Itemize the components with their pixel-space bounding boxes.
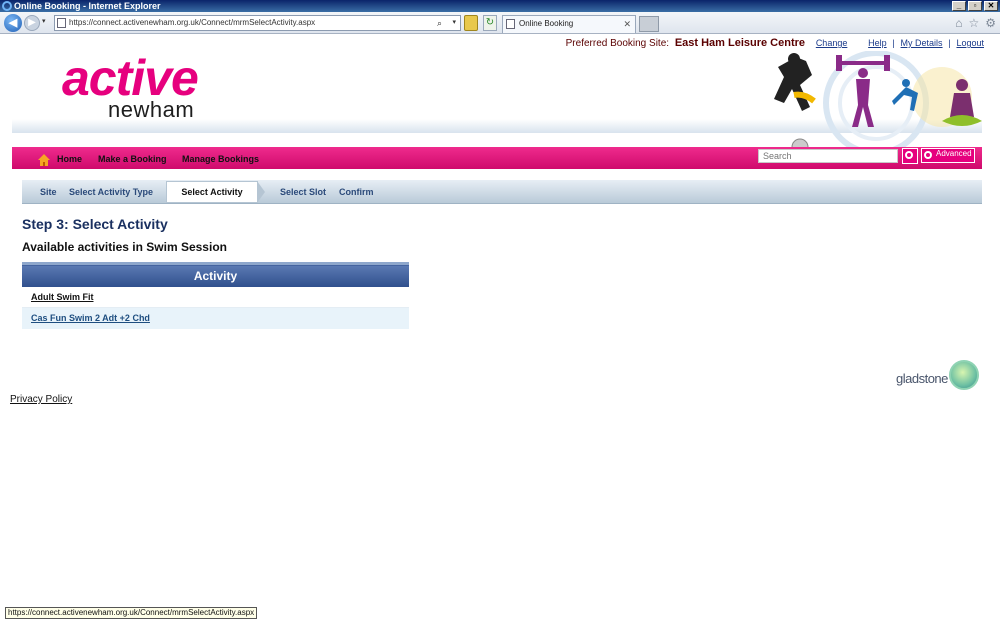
search-icon[interactable]: ⌕: [437, 16, 442, 30]
account-bar: Preferred Booking Site: East Ham Leisure…: [566, 37, 984, 49]
help-link[interactable]: Help: [868, 38, 887, 48]
activity-column-header: Activity: [22, 262, 409, 287]
status-bar: https://connect.activenewham.org.uk/Conn…: [5, 607, 258, 619]
browser-toolbar: ◀ ▶ ▾ https://connect.activenewham.org.u…: [0, 12, 1000, 34]
lock-icon[interactable]: [464, 15, 478, 31]
section-subtitle: Available activities in Swim Session: [22, 240, 227, 254]
nav-make-booking[interactable]: Make a Booking: [98, 147, 167, 171]
hero-athletes-image: [774, 51, 982, 156]
home-icon[interactable]: [38, 154, 50, 166]
search-input[interactable]: [758, 149, 898, 163]
home-icon[interactable]: ⌂: [955, 16, 962, 30]
activity-cell: Cas Fun Swim 2 Adt +2 Chd: [22, 307, 409, 329]
tab-close-icon[interactable]: ✕: [623, 16, 631, 32]
activity-table: Activity Adult Swim Fit Cas Fun Swim 2 A…: [22, 262, 409, 329]
gladstone-logo[interactable]: gladstone: [895, 360, 983, 394]
logo-newham[interactable]: newham: [108, 97, 194, 123]
close-button[interactable]: ✕: [984, 1, 998, 11]
address-dropdown-icon[interactable]: ▾: [452, 16, 456, 30]
back-button[interactable]: ◀: [4, 14, 22, 32]
step-confirm[interactable]: Confirm: [339, 180, 374, 204]
booking-steps: Site Select Activity Type Select Activit…: [22, 180, 982, 204]
step-select-slot[interactable]: Select Slot: [280, 180, 326, 204]
logout-link[interactable]: Logout: [956, 38, 984, 48]
separator: |: [892, 38, 895, 48]
change-site-link[interactable]: Change: [816, 38, 848, 48]
step-site[interactable]: Site: [40, 180, 57, 204]
my-details-link[interactable]: My Details: [901, 38, 943, 48]
page-content: Preferred Booking Site: East Ham Leisure…: [0, 35, 1000, 605]
window-titlebar: Online Booking - Internet Explorer _ ▫ ✕: [0, 0, 1000, 12]
activity-link-cas-fun-swim[interactable]: Cas Fun Swim 2 Adt +2 Chd: [31, 313, 150, 323]
browser-actions: ⌂ ☆ ⚙: [955, 16, 996, 30]
ie-logo-icon: [2, 1, 12, 11]
advanced-search-icon: [924, 151, 932, 159]
favorites-icon[interactable]: ☆: [968, 16, 979, 30]
gladstone-wordmark: gladstone: [896, 371, 948, 386]
page-icon: [57, 18, 66, 28]
privacy-policy-link[interactable]: Privacy Policy: [10, 394, 72, 405]
address-bar[interactable]: https://connect.activenewham.org.uk/Conn…: [54, 15, 461, 31]
history-dropdown-icon[interactable]: ▾: [42, 18, 50, 26]
table-row: Adult Swim Fit: [22, 286, 409, 308]
minimize-button[interactable]: _: [952, 1, 966, 11]
gear-icon[interactable]: ⚙: [985, 16, 996, 30]
step-select-activity-type[interactable]: Select Activity Type: [69, 180, 153, 204]
forward-button[interactable]: ▶: [24, 15, 40, 31]
nav-home[interactable]: Home: [57, 147, 82, 171]
step-select-activity[interactable]: Select Activity: [166, 181, 265, 203]
nav-manage-bookings[interactable]: Manage Bookings: [182, 147, 259, 171]
advanced-search-button[interactable]: Advanced: [921, 148, 975, 163]
tab-page-icon: [506, 19, 515, 29]
restore-button[interactable]: ▫: [968, 1, 982, 11]
address-url: https://connect.activenewham.org.uk/Conn…: [69, 18, 316, 27]
refresh-icon[interactable]: ↻: [483, 15, 497, 31]
advanced-label: Advanced: [936, 149, 972, 158]
activity-cell: Adult Swim Fit: [22, 286, 409, 308]
search-button[interactable]: [902, 148, 918, 164]
search-icon: [905, 151, 913, 159]
gladstone-globe-icon: [949, 360, 979, 390]
site-search: Advanced: [744, 147, 982, 171]
window-controls: _ ▫ ✕: [952, 1, 998, 11]
tab-online-booking[interactable]: Online Booking ✕: [502, 15, 636, 33]
preferred-site-name: East Ham Leisure Centre: [674, 37, 806, 49]
new-tab-button[interactable]: [639, 16, 659, 32]
table-row: Cas Fun Swim 2 Adt +2 Chd: [22, 307, 409, 329]
activity-link-adult-swim-fit[interactable]: Adult Swim Fit: [31, 292, 94, 302]
separator: |: [948, 38, 951, 48]
window-title: Online Booking - Internet Explorer: [14, 1, 161, 11]
tab-title: Online Booking: [519, 19, 574, 28]
page-title: Step 3: Select Activity: [22, 216, 168, 232]
preferred-site-label: Preferred Booking Site:: [565, 38, 670, 49]
